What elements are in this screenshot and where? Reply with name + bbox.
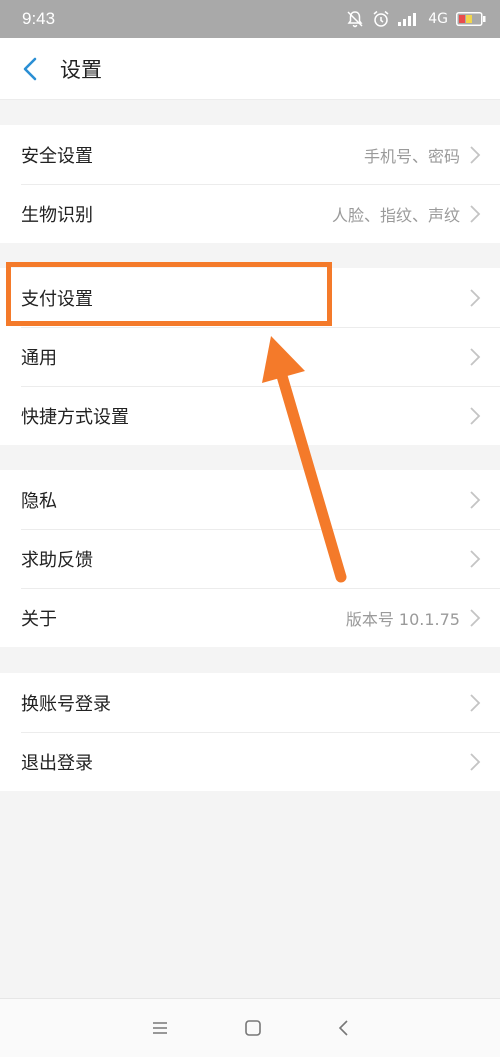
back-button[interactable] <box>0 38 60 100</box>
settings-group-login: 换账号登录 退出登录 <box>0 673 500 791</box>
chevron-right-icon <box>470 752 481 771</box>
battery-icon <box>456 12 486 26</box>
chevron-right-icon <box>470 490 481 509</box>
row-value: 手机号、密码 <box>363 146 460 166</box>
row-label: 生物识别 <box>21 204 93 226</box>
row-label: 支付设置 <box>21 288 93 310</box>
chevron-right-icon <box>470 406 481 425</box>
settings-group-about: 隐私 求助反馈 关于 版本号 10.1.75 <box>0 470 500 647</box>
row-label: 换账号登录 <box>21 693 111 715</box>
row-label: 通用 <box>21 347 57 369</box>
row-security-settings[interactable]: 安全设置 手机号、密码 <box>0 125 500 184</box>
system-nav-bar <box>0 998 500 1057</box>
status-time: 9:43 <box>22 9 56 28</box>
row-label: 求助反馈 <box>21 549 93 571</box>
settings-group-account: 安全设置 手机号、密码 生物识别 人脸、指纹、声纹 <box>0 125 500 243</box>
alarm-icon <box>373 10 389 27</box>
row-label: 关于 <box>21 608 57 630</box>
chevron-right-icon <box>470 608 481 627</box>
row-general[interactable]: 通用 <box>0 327 500 386</box>
row-value: 人脸、指纹、声纹 <box>331 205 460 225</box>
row-value: 版本号 10.1.75 <box>345 609 460 629</box>
status-icons: 4G <box>346 10 486 28</box>
chevron-right-icon <box>470 145 481 164</box>
chevron-right-icon <box>470 204 481 223</box>
network-type: 4G <box>428 11 448 27</box>
page-title: 设置 <box>60 57 102 82</box>
status-bar: 9:43 4G <box>0 0 500 38</box>
signal-icon <box>398 13 417 26</box>
row-logout[interactable]: 退出登录 <box>0 732 500 791</box>
settings-group-general: 支付设置 通用 快捷方式设置 <box>0 268 500 445</box>
chevron-right-icon <box>470 693 481 712</box>
row-about[interactable]: 关于 版本号 10.1.75 <box>0 588 500 647</box>
chevron-right-icon <box>470 288 481 307</box>
chevron-right-icon <box>470 347 481 366</box>
chevron-right-icon <box>470 549 481 568</box>
row-privacy[interactable]: 隐私 <box>0 470 500 529</box>
menu-icon[interactable] <box>151 1021 169 1035</box>
row-shortcut-settings[interactable]: 快捷方式设置 <box>0 386 500 445</box>
home-icon[interactable] <box>244 1019 262 1037</box>
back-icon[interactable] <box>337 1019 349 1037</box>
mute-bell-icon <box>347 11 363 28</box>
row-label: 快捷方式设置 <box>21 406 129 428</box>
header: 设置 <box>0 38 500 100</box>
row-biometrics[interactable]: 生物识别 人脸、指纹、声纹 <box>0 184 500 243</box>
row-help-feedback[interactable]: 求助反馈 <box>0 529 500 588</box>
row-switch-account[interactable]: 换账号登录 <box>0 673 500 732</box>
row-label: 隐私 <box>21 490 57 512</box>
row-label: 安全设置 <box>21 145 93 167</box>
chevron-left-icon <box>23 57 37 80</box>
row-payment-settings[interactable]: 支付设置 <box>0 268 500 327</box>
row-label: 退出登录 <box>21 752 93 774</box>
